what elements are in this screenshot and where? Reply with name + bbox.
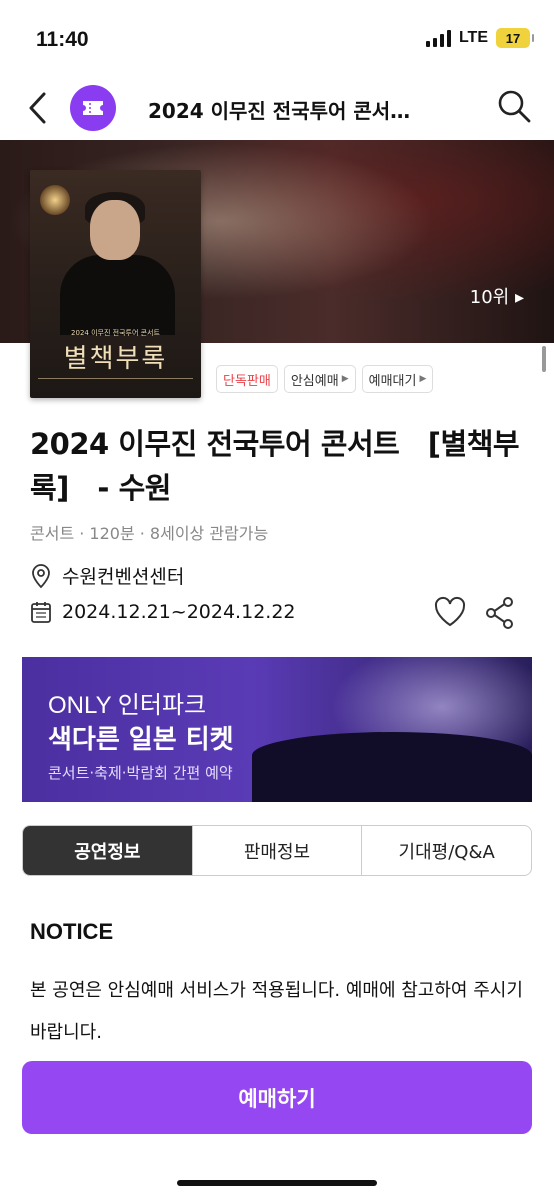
back-arrow-icon[interactable]	[24, 90, 54, 126]
poster-lamp	[40, 185, 70, 215]
top-nav: 2024 이무진 전국투어 콘서…	[0, 80, 554, 138]
promo-banner[interactable]: ONLY 인터파크 색다른 일본 티켓 콘서트·축제·박람회 간편 예약	[22, 657, 532, 802]
status-bar: 11:40 LTE 17	[0, 0, 554, 80]
poster-figure-body	[60, 255, 175, 335]
battery-level: 17	[505, 30, 521, 46]
search-icon[interactable]	[496, 88, 532, 124]
signal-icon	[425, 29, 451, 47]
location-pin-icon	[32, 563, 50, 588]
event-dates: 2024.12.21~2024.12.22	[62, 601, 296, 623]
share-icon[interactable]	[484, 596, 516, 630]
book-button[interactable]: 예매하기	[22, 1061, 532, 1134]
scrollbar[interactable]	[542, 346, 546, 372]
tab-reviews-qa[interactable]: 기대평/Q&A	[361, 826, 531, 875]
home-indicator[interactable]	[177, 1180, 377, 1186]
banner-line1: ONLY 인터파크	[48, 692, 207, 719]
poster-divider	[38, 378, 193, 382]
banner-line2: 색다른 일본 티켓	[48, 725, 234, 755]
venue-name: 수원컨벤션센터	[62, 566, 185, 588]
info-tabs: 공연정보 판매정보 기대평/Q&A	[22, 825, 532, 876]
battery-icon: 17	[496, 28, 534, 48]
tag-label: 안심예매	[290, 373, 339, 389]
event-poster[interactable]: 2024 이무진 전국투어 콘서트 별책부록	[30, 170, 201, 398]
triangle-right-icon: ▶	[419, 374, 427, 384]
notice-body: 본 공연은 안심예매 서비스가 적용됩니다. 예매에 참고하여 주시기 바랍니다…	[30, 980, 523, 1043]
status-time: 11:40	[36, 28, 89, 51]
event-meta: 콘서트 · 120분 · 8세이상 관람가능	[30, 524, 269, 543]
calendar-icon	[31, 602, 51, 623]
status-indicators: LTE 17	[425, 28, 534, 48]
tag-safe-booking[interactable]: 안심예매 ▶	[283, 365, 356, 393]
tag-label: 단독판매	[223, 373, 271, 389]
banner-crowd-silhouette	[252, 732, 532, 802]
heart-icon[interactable]	[432, 594, 468, 630]
network-label: LTE	[458, 29, 488, 46]
poster-title: 별책부록	[63, 344, 168, 374]
poster-figure-head	[90, 200, 140, 260]
page-title: 2024 이무진 전국투어 콘서…	[148, 99, 411, 123]
ticket-app-icon[interactable]	[70, 85, 116, 131]
banner-line3: 콘서트·축제·박람회 간편 예약	[48, 764, 233, 782]
tag-row: 단독판매 안심예매 ▶ 예매대기 ▶	[216, 365, 434, 393]
ranking-link[interactable]: 10위 ▸	[470, 283, 524, 309]
ticket-icon	[83, 101, 103, 115]
event-title: 2024 이무진 전국투어 콘서트 [별책부록] - 수원	[30, 427, 520, 505]
poster-subtitle: 2024 이무진 전국투어 콘서트	[71, 329, 160, 337]
notice-heading: NOTICE	[30, 919, 114, 944]
tab-performance-info[interactable]: 공연정보	[23, 826, 192, 875]
date-row: 2024.12.21~2024.12.22	[30, 600, 296, 624]
venue-row[interactable]: 수원컨벤션센터	[30, 562, 184, 589]
tag-waitlist[interactable]: 예매대기 ▶	[361, 365, 434, 393]
triangle-right-icon: ▶	[341, 374, 349, 384]
tag-exclusive: 단독판매	[216, 365, 278, 393]
tag-label: 예매대기	[368, 373, 417, 389]
tab-sales-info[interactable]: 판매정보	[191, 826, 362, 875]
